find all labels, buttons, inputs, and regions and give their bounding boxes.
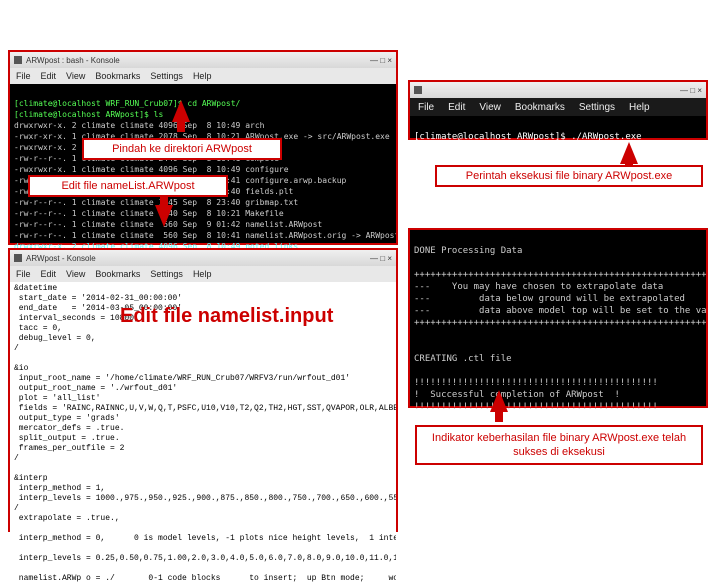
out-line: ++++++++++++++++++++++++++++++++++++++++…: [414, 318, 706, 328]
prompt-line: [climate@localhost WRF_RUN_Crub07]$ cd A…: [14, 99, 240, 108]
window-title: ARWpost : bash - Konsole: [26, 56, 120, 65]
out-line: CREATING .ctl file: [414, 354, 512, 364]
menu-view[interactable]: View: [66, 71, 85, 81]
window-title: ARWpost - Konsole: [26, 254, 96, 263]
out-line: --- data above model top will be set to …: [414, 306, 706, 316]
window-controls[interactable]: — □ ×: [370, 254, 392, 263]
ls-line: -rwxrwxr-x. 1 climate climate 4096 Sep 8…: [14, 165, 289, 174]
arrow-up-icon: [172, 100, 190, 122]
ls-line: drwxrwxr-x. 2 climate climate 4096 Sep 8…: [14, 121, 264, 130]
ls-line: -rw-r--r--. 1 climate climate 940 Sep 8 …: [14, 209, 284, 218]
menubar[interactable]: File Edit View Bookmarks Settings Help: [10, 266, 396, 282]
menubar[interactable]: File Edit View Bookmarks Settings Help: [410, 98, 706, 116]
out-line: !!!!!!!!!!!!!!!!!!!!!!!!!!!!!!!!!!!!!!!!…: [414, 402, 658, 412]
arrow-up-icon: [490, 390, 508, 412]
menu-bookmarks[interactable]: Bookmarks: [515, 102, 565, 113]
menu-help[interactable]: Help: [193, 71, 212, 81]
terminal-result-panel: DONE Processing Data +++++++++++++++++++…: [408, 228, 708, 408]
window-icon: [414, 86, 422, 94]
callout-exec-command: Perintah eksekusi file binary ARWpost.ex…: [435, 165, 703, 187]
titlebar: ARWpost - Konsole — □ ×: [10, 250, 396, 266]
out-line: --- You may have chosen to extrapolate d…: [414, 282, 663, 292]
prompt-line-2: [climate@localhost ARWpost]$ ls: [14, 110, 163, 119]
menu-help[interactable]: Help: [193, 269, 212, 279]
menu-edit[interactable]: Edit: [448, 102, 465, 113]
menu-edit[interactable]: Edit: [41, 71, 57, 81]
terminal-output: [climate@localhost ARWpost]$ ./ARWpost.e…: [410, 116, 706, 158]
callout-text: Indikator keberhasilan file binary ARWpo…: [425, 431, 693, 460]
window-icon: [14, 254, 22, 262]
out-line: ++++++++++++++++++++++++++++++++++++++++…: [414, 270, 706, 280]
callout-edit-namelist-input: Edit file namelist.input: [120, 305, 333, 328]
menu-view[interactable]: View: [479, 102, 501, 113]
out-line: ! Successful completion of ARWpost !: [414, 390, 620, 400]
window-controls[interactable]: — □ ×: [680, 86, 702, 95]
callout-text: Perintah eksekusi file binary ARWpost.ex…: [466, 169, 672, 183]
menu-view[interactable]: View: [66, 269, 85, 279]
arrow-up-icon: [620, 142, 638, 164]
menu-file[interactable]: File: [418, 102, 434, 113]
menu-settings[interactable]: Settings: [150, 269, 183, 279]
titlebar: ARWpost : bash - Konsole — □ ×: [10, 52, 396, 68]
callout-success-indicator: Indikator keberhasilan file binary ARWpo…: [415, 425, 703, 465]
callout-text: Pindah ke direktori ARWpost: [112, 142, 252, 156]
ls-line: -rw-r--r--. 1 climate climate 560 Sep 8 …: [14, 231, 396, 240]
exec-command-line: [climate@localhost ARWpost]$ ./ARWpost.e…: [414, 132, 642, 142]
callout-edit-namelist-arwpost: Edit file nameList.ARWpost: [28, 175, 228, 197]
out-line: DONE Processing Data: [414, 246, 522, 256]
terminal-exec-panel: — □ × File Edit View Bookmarks Settings …: [408, 80, 708, 140]
menu-settings[interactable]: Settings: [150, 71, 183, 81]
window-controls[interactable]: — □ ×: [370, 56, 392, 65]
terminal-output: DONE Processing Data +++++++++++++++++++…: [410, 230, 706, 428]
menubar[interactable]: File Edit View Bookmarks Settings Help: [10, 68, 396, 84]
menu-bookmarks[interactable]: Bookmarks: [95, 269, 140, 279]
menu-bookmarks[interactable]: Bookmarks: [95, 71, 140, 81]
arrow-down-icon: [155, 205, 173, 227]
menu-settings[interactable]: Settings: [579, 102, 615, 113]
window-icon: [14, 56, 22, 64]
menu-help[interactable]: Help: [629, 102, 650, 113]
callout-text: Edit file nameList.ARWpost: [61, 179, 194, 193]
editor-panel: ARWpost - Konsole — □ × File Edit View B…: [8, 248, 398, 532]
out-line: !!!!!!!!!!!!!!!!!!!!!!!!!!!!!!!!!!!!!!!!…: [414, 378, 658, 388]
menu-edit[interactable]: Edit: [41, 269, 57, 279]
callout-text: Edit file namelist.input: [120, 305, 333, 327]
menu-file[interactable]: File: [16, 269, 31, 279]
callout-cd-arwpost: Pindah ke direktori ARWpost: [82, 138, 282, 160]
menu-file[interactable]: File: [16, 71, 31, 81]
titlebar: — □ ×: [410, 82, 706, 98]
out-line: --- data below ground will be extrapolat…: [414, 294, 685, 304]
